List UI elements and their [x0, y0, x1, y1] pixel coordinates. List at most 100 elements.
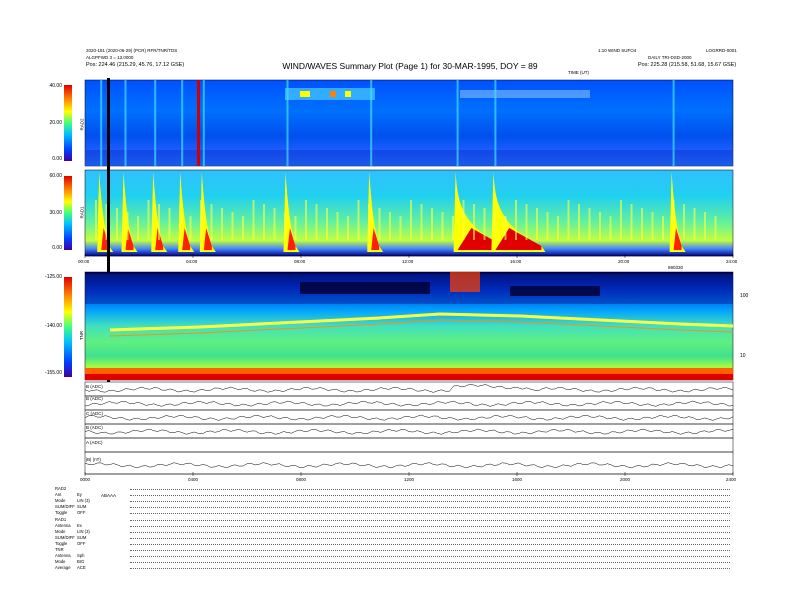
- rad1-noise-streak: [399, 216, 402, 240]
- rad1-noise-streak: [116, 208, 118, 240]
- line-label-4: B (ADC): [86, 425, 103, 430]
- rad1-noise-streak: [347, 216, 349, 240]
- rad1-noise-streak: [126, 212, 129, 240]
- rad2-tick-top: 40.00: [49, 83, 62, 89]
- footer-tnr-row: Average ACE: [55, 565, 735, 571]
- rad1-noise-streak: [336, 212, 339, 240]
- footer-dots: [130, 538, 730, 539]
- rad2-streak: [672, 80, 675, 166]
- rad1-noise-streak: [273, 208, 276, 240]
- footer-dots: [130, 532, 730, 533]
- line-trace: [84, 462, 734, 469]
- time-label-5: 20:00: [618, 259, 630, 264]
- rad1-noise-streak: [620, 200, 622, 240]
- rad1-noise-streak: [294, 216, 297, 240]
- rad1-noise-streak: [189, 216, 192, 240]
- line-label-2: B (ADC): [86, 396, 103, 401]
- line-label-1: B (ADC): [86, 384, 103, 389]
- line-trace: [84, 414, 734, 421]
- rad1-noise-streak: [441, 212, 444, 240]
- rad1-noise-streak: [221, 208, 223, 240]
- rad1-noise-streak: [630, 204, 633, 240]
- rad1-noise-streak: [368, 204, 370, 240]
- rad1-colorbar: [64, 176, 72, 250]
- line-trace: [84, 400, 734, 407]
- rad1-noise-streak: [420, 204, 423, 240]
- line-label-3: C (ADC): [86, 411, 103, 416]
- footer-dots: [130, 495, 730, 496]
- tnr-tick-mid: -140.00: [45, 323, 62, 329]
- time-label-1: 04:00: [186, 259, 198, 264]
- bottom-label-6: 2400: [726, 477, 737, 482]
- rad2-label: RAD2: [79, 118, 85, 131]
- rad2-streak: [286, 80, 289, 166]
- bottom-label-4: 1600: [512, 477, 523, 482]
- rad1-noise-streak: [515, 200, 517, 240]
- rad1-noise-streak: [483, 208, 486, 240]
- bottom-label-1: 0400: [188, 477, 199, 482]
- line-label-6: |B| (nT): [86, 457, 101, 462]
- bottom-label-5: 2000: [620, 477, 631, 482]
- rad1-noise-streak: [473, 204, 475, 240]
- rad1-noise-streak: [578, 204, 580, 240]
- footer-key: Average: [55, 565, 71, 570]
- date-mark: 890330: [668, 265, 684, 270]
- rad1-noise-streak: [704, 212, 706, 240]
- time-label-6: 24:00: [726, 259, 738, 264]
- rad1-tick-top: 60.00: [49, 173, 62, 179]
- tnr-right-tick-10: 10: [740, 353, 746, 359]
- bottom-label-3: 1200: [404, 477, 415, 482]
- rad2-streak: [124, 80, 127, 166]
- rad2-streak: [494, 80, 497, 166]
- footer-dots: [130, 544, 730, 545]
- footer-dots: [130, 556, 730, 557]
- footer-dots: [130, 489, 730, 490]
- rad1-noise-streak: [599, 212, 601, 240]
- rad1-noise-streak: [137, 216, 139, 240]
- rad1-noise-streak: [410, 200, 412, 240]
- rad1-label: RAD1: [79, 206, 85, 219]
- footer-dots: [130, 550, 730, 551]
- rad1-noise-streak: [305, 200, 307, 240]
- rad1-noise-streak: [641, 208, 643, 240]
- footer-dots: [130, 507, 730, 508]
- rad2-tick-bottom: 0.00: [52, 156, 62, 162]
- time-label-2: 08:00: [294, 259, 306, 264]
- footer-note: ABAAA: [101, 493, 117, 498]
- rad1-noise-streak: [95, 200, 97, 240]
- tnr-tick-top: -125.00: [45, 274, 62, 280]
- rad2-tick-mid: 20.00: [49, 120, 62, 126]
- rad1-noise-streak: [672, 200, 675, 240]
- rad1-tick-mid: 30.00: [49, 210, 62, 216]
- rad1-noise-streak: [168, 208, 171, 240]
- line-panel: [84, 437, 734, 453]
- time-label-3: 12:00: [402, 259, 414, 264]
- line-panel: [84, 395, 734, 411]
- rad1-noise-streak: [683, 204, 685, 240]
- line-trace: [84, 383, 734, 393]
- footer-dots: [130, 526, 730, 527]
- rad1-tick-bottom: 0.00: [52, 245, 62, 251]
- footer-rad2-row: Toggle OFF: [55, 510, 735, 516]
- time-label-0: 00:00: [78, 259, 90, 264]
- rad1-noise-streak: [378, 208, 381, 240]
- rad2-streak: [456, 80, 459, 166]
- rad1-noise-streak: [326, 208, 328, 240]
- rad1-noise-streak: [431, 208, 433, 240]
- rad2-streak: [370, 80, 373, 166]
- rad1-noise-streak: [504, 216, 507, 240]
- rad1-noise-streak: [452, 216, 454, 240]
- rad1-noise-streak: [651, 212, 654, 240]
- tnr-label: TNR: [79, 330, 85, 341]
- rad2-streak: [100, 80, 103, 166]
- rad1-noise-streak: [252, 200, 255, 240]
- rad1-noise-streak: [315, 204, 318, 240]
- footer-dots: [130, 562, 730, 563]
- rad1-noise-streak: [200, 200, 202, 240]
- rad2-colorbar: [64, 85, 72, 161]
- rad1-noise-streak: [357, 200, 360, 240]
- rad1-noise-streak: [714, 216, 717, 240]
- rad1-noise-streak: [231, 212, 234, 240]
- footer-key: Toggle: [55, 510, 68, 515]
- rad1-noise-streak: [557, 216, 559, 240]
